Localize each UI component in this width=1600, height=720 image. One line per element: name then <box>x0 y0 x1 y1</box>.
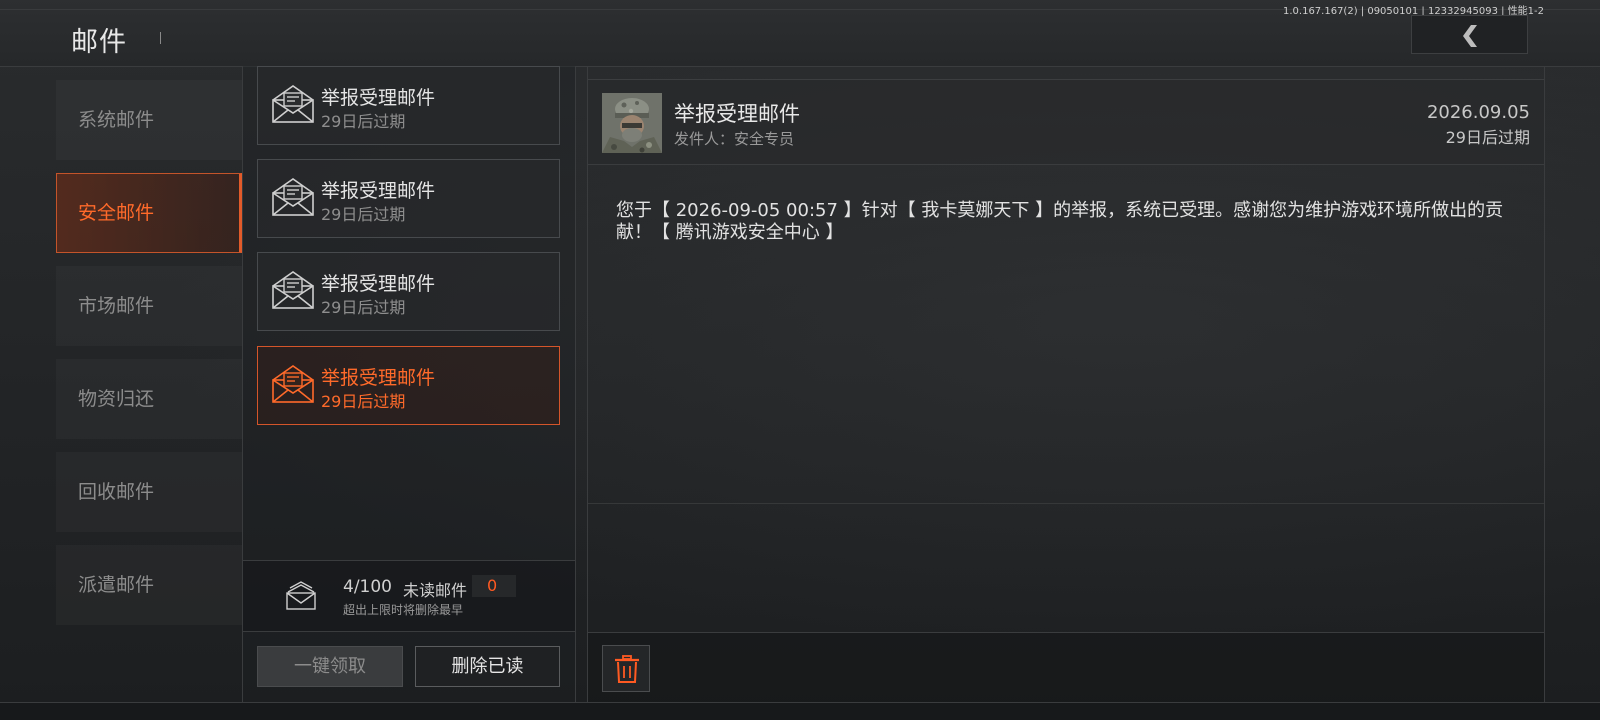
mail-expire: 29日后过期 <box>321 298 406 317</box>
open-envelope-icon <box>272 178 314 216</box>
mail-subject: 举报受理邮件 <box>321 180 436 202</box>
mail-count: 4/100 <box>343 577 392 597</box>
detail-subject: 举报受理邮件 <box>674 102 800 126</box>
title-separator <box>160 32 161 44</box>
trash-icon <box>615 655 639 683</box>
open-envelope-icon <box>272 85 314 123</box>
envelope-stack-icon <box>286 581 316 610</box>
detail-date: 2026.09.05 <box>1426 102 1530 123</box>
mail-expire: 29日后过期 <box>321 205 406 224</box>
category-dispatch-mail[interactable]: 派遣邮件 <box>56 545 242 625</box>
detail-divider <box>588 503 1544 504</box>
mail-list-panel: 举报受理邮件 29日后过期 举报受理邮件 29日后过期 举报受理邮件 29日后过… <box>242 66 576 702</box>
open-envelope-icon <box>272 271 314 309</box>
soldier-avatar <box>602 93 662 153</box>
detail-expire: 29日后过期 <box>1445 128 1530 147</box>
mail-detail-panel: 举报受理邮件 发件人：安全专员 2026.09.05 29日后过期 您于【 20… <box>587 66 1545 703</box>
delete-mail-button[interactable] <box>602 645 650 692</box>
mail-body: 您于【 2026-09-05 00:57 】针对【 我卡莫娜天下 】的举报，系统… <box>616 200 1504 243</box>
top-bar: 邮件 1.0.167.167(2) | 09050101 | 123329450… <box>0 0 1600 67</box>
unread-label: 未读邮件 <box>403 581 468 600</box>
category-system-mail[interactable]: 系统邮件 <box>56 80 242 160</box>
sender-avatar <box>602 93 662 153</box>
mail-subject: 举报受理邮件 <box>321 273 436 295</box>
detail-sender: 发件人：安全专员 <box>674 130 795 148</box>
mail-subject: 举报受理邮件 <box>321 87 436 109</box>
category-security-mail[interactable]: 安全邮件 <box>56 173 242 253</box>
bottom-strip <box>0 703 1600 720</box>
mail-count-bar: 4/100 未读邮件 0 超出上限时将删除最早 <box>243 560 575 632</box>
mail-expire: 29日后过期 <box>321 392 406 411</box>
detail-footer <box>588 632 1544 703</box>
back-button[interactable] <box>1411 15 1528 54</box>
mail-expire: 29日后过期 <box>321 112 406 131</box>
mail-subject: 举报受理邮件 <box>321 367 436 389</box>
open-envelope-icon <box>272 365 314 403</box>
mail-list-item-selected[interactable]: 举报受理邮件 29日后过期 <box>257 346 560 425</box>
unread-count: 0 <box>472 575 516 597</box>
delete-read-button[interactable]: 删除已读 <box>415 646 560 687</box>
page-title: 邮件 <box>71 27 127 58</box>
category-supply-return[interactable]: 物资归还 <box>56 359 242 439</box>
chevron-left-icon <box>1463 25 1477 47</box>
limit-note: 超出上限时将删除最早 <box>343 603 464 617</box>
mail-detail-header: 举报受理邮件 发件人：安全专员 2026.09.05 29日后过期 <box>588 80 1544 165</box>
category-recycle-mail[interactable]: 回收邮件 <box>56 452 242 532</box>
claim-all-button[interactable]: 一键领取 <box>257 646 403 687</box>
mail-list-item[interactable]: 举报受理邮件 29日后过期 <box>257 66 560 145</box>
mail-list-item[interactable]: 举报受理邮件 29日后过期 <box>257 252 560 331</box>
category-market-mail[interactable]: 市场邮件 <box>56 266 242 346</box>
mail-list-item[interactable]: 举报受理邮件 29日后过期 <box>257 159 560 238</box>
